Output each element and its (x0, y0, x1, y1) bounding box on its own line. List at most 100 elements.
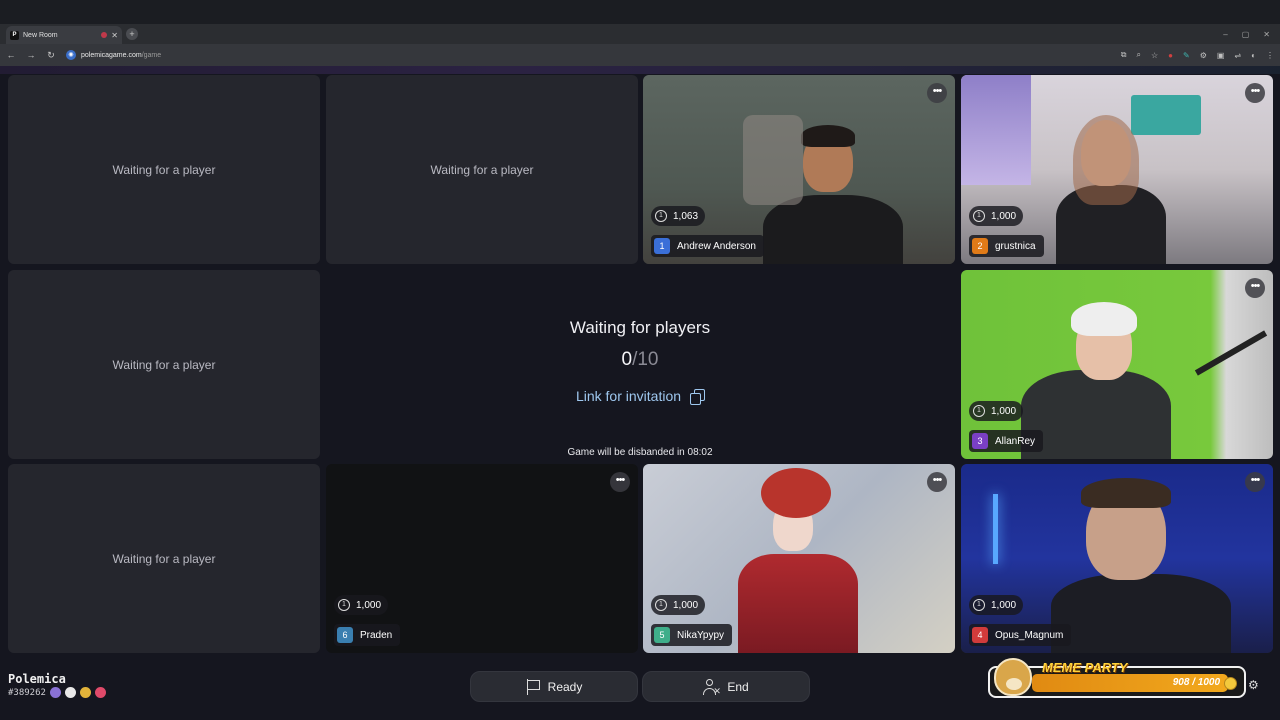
invite-link-label: Link for invitation (575, 388, 682, 404)
player-number: 3 (972, 433, 988, 449)
player-name-tag: 5 NikaYpypy (651, 624, 733, 646)
new-tab-button[interactable]: + (126, 28, 138, 40)
disband-timer: Game will be disbanded in 08:02 (567, 447, 713, 458)
score-badge: 1 1,000 (969, 595, 1024, 615)
coin-icon[interactable] (79, 687, 91, 698)
extension-teal-icon[interactable]: ✎ (1183, 51, 1190, 60)
room-id-row: #389262 (8, 687, 106, 698)
reload-icon[interactable]: ↻ (46, 50, 56, 61)
sidebar-icon[interactable]: ▣ (1217, 51, 1225, 60)
empty-slot: Waiting for a player (8, 270, 320, 459)
room-status-panel: Waiting for players 0/10 Link for invita… (326, 270, 954, 459)
rating-icon: 1 (973, 210, 985, 222)
site-info-icon[interactable]: ◉ (66, 50, 76, 60)
player-name-tag: 2 grustnica (969, 235, 1044, 257)
player-name-tag: 4 Opus_Magnum (969, 624, 1072, 646)
close-window-icon[interactable]: ✕ (1263, 30, 1270, 39)
zoom-icon[interactable]: ⌕ (1137, 50, 1141, 60)
score-badge: 1 1,000 (651, 595, 706, 615)
rating-icon: 1 (973, 599, 985, 611)
close-tab-icon[interactable]: ✕ (111, 31, 118, 40)
heart-icon[interactable] (94, 687, 106, 698)
score-badge: 1 1,000 (969, 206, 1024, 226)
player-name-tag: 6 Praden (334, 624, 401, 646)
score-badge: 1 1,063 (651, 206, 706, 226)
player-count: 0/10 (326, 349, 954, 371)
waiting-title: Waiting for players (569, 318, 711, 337)
player-name: Andrew Anderson (677, 240, 756, 252)
player-tile-1[interactable]: ••• 1 1,063 1 Andrew Anderson (643, 75, 955, 264)
meme-party-title: MEME PARTY (1042, 660, 1128, 675)
minimize-icon[interactable]: – (1223, 30, 1227, 39)
player-number: 1 (654, 238, 670, 254)
more-options-icon[interactable]: ••• (927, 83, 947, 103)
browser-tab[interactable]: P New Room ✕ (6, 26, 122, 44)
player-tile-6[interactable]: ••• 1 1,000 6 Praden (326, 464, 638, 653)
player-number: 4 (972, 627, 988, 643)
profile-icon[interactable]: ◐ (1251, 51, 1256, 60)
more-options-icon[interactable]: ••• (927, 472, 947, 492)
more-options-icon[interactable]: ••• (610, 472, 630, 492)
player-number: 5 (654, 627, 670, 643)
player-name: grustnica (995, 240, 1036, 252)
more-options-icon[interactable]: ••• (1245, 472, 1265, 492)
player-tile-4[interactable]: ••• 1 1,000 4 Opus_Magnum (961, 464, 1273, 653)
more-options-icon[interactable]: ••• (1245, 83, 1265, 103)
flag-icon (526, 678, 540, 695)
copy-icon[interactable] (690, 388, 706, 405)
brand-block: Polemica #389262 (8, 672, 106, 698)
bookmark-star-icon[interactable]: ☆ (1151, 51, 1158, 60)
player-name: NikaYpypy (677, 629, 725, 641)
forward-icon[interactable]: → (26, 50, 36, 60)
extension-red-icon[interactable]: ● (1168, 51, 1173, 60)
player-name: Praden (360, 629, 393, 641)
tab-title: New Room (23, 31, 58, 39)
site-favicon-icon: P (10, 30, 19, 40)
browser-tab-strip: P New Room ✕ + – ▢ ✕ (0, 24, 1280, 44)
maximize-icon[interactable]: ▢ (1242, 30, 1250, 39)
coin-icon (1224, 677, 1237, 690)
waiting-label: Waiting for a player (430, 162, 534, 177)
score-value: 1,000 (991, 405, 1017, 417)
player-tile-3[interactable]: ••• 1 1,000 3 AllanRey (961, 270, 1273, 459)
player-count-current: 0 (621, 349, 633, 370)
score-value: 1,063 (673, 210, 699, 222)
player-tile-5[interactable]: ••• 1 1,000 5 NikaYpypy (643, 464, 955, 653)
doge-icon (994, 658, 1032, 696)
back-icon[interactable]: ← (6, 50, 16, 60)
end-label: End (727, 679, 749, 694)
browser-toolbar-icons: ⧉ ⌕ ☆ ● ✎ ⚙ ▣ ⇌ ◐ ⋮ (1121, 50, 1274, 60)
translate-icon[interactable]: ⧉ (1121, 50, 1127, 60)
more-options-icon[interactable]: ••• (1245, 278, 1265, 298)
score-value: 1,000 (991, 210, 1017, 222)
meme-party-widget: MEME PARTY 908 / 1000 (988, 658, 1246, 698)
telegram-icon[interactable] (64, 687, 76, 698)
score-value: 1,000 (356, 599, 382, 611)
discord-icon[interactable] (49, 687, 61, 698)
address-bar[interactable]: ◉ polemicagame.com/game (66, 50, 161, 60)
empty-slot: Waiting for a player (8, 464, 320, 653)
settings-icon[interactable]: ⚙ (1248, 678, 1259, 692)
player-name-tag: 3 AllanRey (969, 430, 1044, 452)
score-badge: 1 1,000 (334, 595, 389, 615)
invite-link[interactable]: Link for invitation (326, 388, 954, 405)
player-name: AllanRey (995, 435, 1036, 447)
waiting-label: Waiting for a player (112, 357, 216, 372)
cast-icon[interactable]: ⇌ (1234, 51, 1241, 60)
room-id: #389262 (8, 687, 46, 698)
empty-slot: Waiting for a player (326, 75, 638, 264)
recording-indicator-icon (101, 32, 108, 38)
rating-icon: 1 (973, 405, 985, 417)
player-tile-2[interactable]: ••• 1 1,000 2 grustnica (961, 75, 1273, 264)
url-path: /game (141, 51, 162, 59)
menu-kebab-icon[interactable]: ⋮ (1266, 51, 1274, 60)
ready-button[interactable]: Ready (470, 671, 638, 702)
waiting-label: Waiting for a player (112, 162, 216, 177)
header-glow (0, 66, 1280, 74)
extensions-puzzle-icon[interactable]: ⚙ (1200, 51, 1207, 60)
user-remove-icon: ✕ (703, 678, 721, 696)
rating-icon: 1 (655, 210, 667, 222)
rating-icon: 1 (655, 599, 667, 611)
end-button[interactable]: ✕ End (642, 671, 810, 702)
ready-label: Ready (547, 679, 583, 694)
